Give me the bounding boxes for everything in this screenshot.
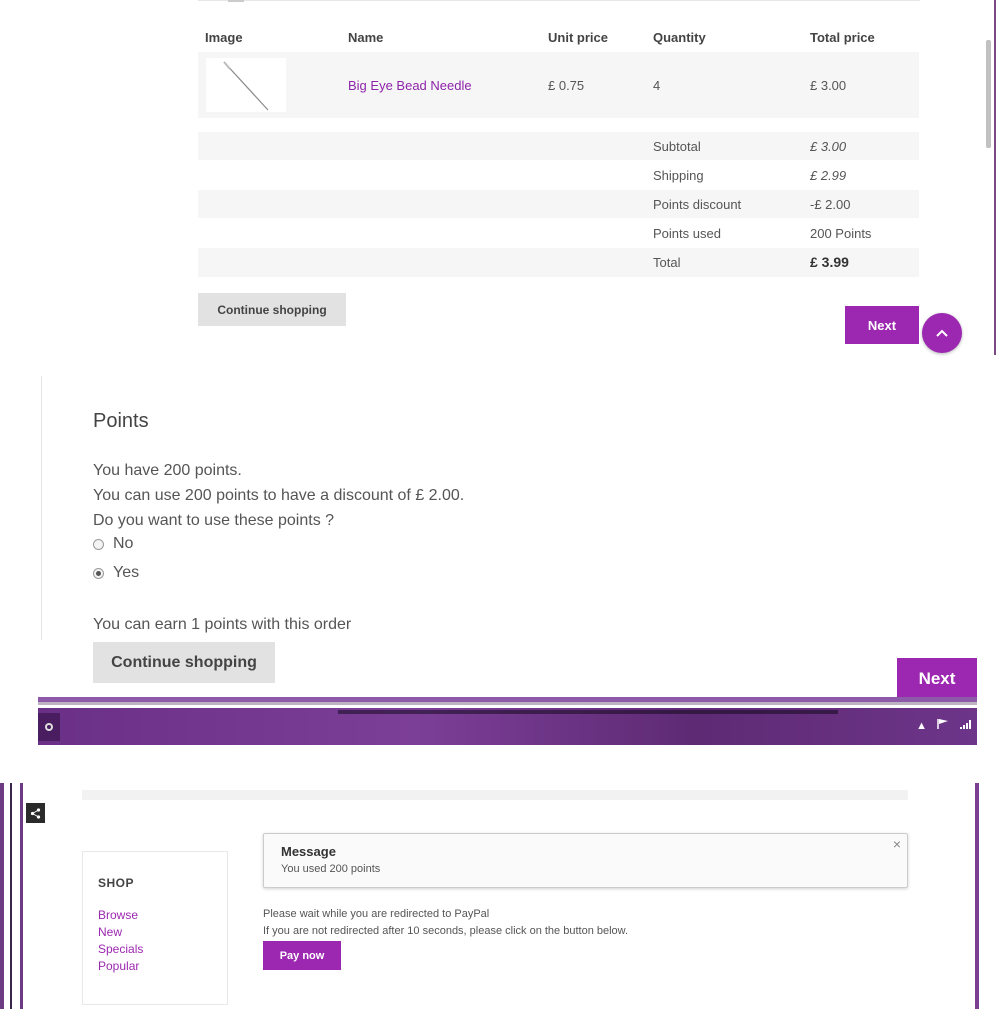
radio-button[interactable]	[93, 538, 104, 550]
chevron-up-icon	[936, 329, 948, 337]
radio-label: No	[113, 535, 134, 552]
product-thumbnail[interactable]	[206, 58, 286, 112]
shop-link-specials[interactable]: Specials	[98, 942, 143, 956]
radio-no[interactable]: No	[93, 535, 133, 553]
points-earn-text: You can earn 1 points with this order	[93, 616, 352, 633]
signal-icon[interactable]	[959, 718, 973, 733]
continue-shopping-button[interactable]: Continue shopping	[198, 293, 346, 326]
shop-link-browse[interactable]: Browse	[98, 908, 138, 922]
shop-sidebar: SHOP Browse New Specials Popular	[82, 851, 228, 1005]
points-used-value: 200 Points	[810, 226, 872, 241]
scrollbar-thumb[interactable]	[986, 40, 991, 148]
points-discount-text: You can use 200 points to have a discoun…	[93, 487, 465, 504]
header-image: Image	[205, 30, 243, 45]
continue-shopping-button[interactable]: Continue shopping	[93, 642, 275, 683]
redirect-hint-text: If you are not redirected after 10 secon…	[263, 925, 629, 937]
app-icon	[45, 723, 53, 731]
shipping-value: £ 2.99	[810, 168, 847, 183]
header-quantity: Quantity	[653, 30, 706, 45]
close-icon[interactable]: ×	[893, 836, 901, 852]
tab-indicator	[228, 0, 244, 2]
scroll-to-top-button[interactable]	[922, 313, 962, 353]
redirect-text: Please wait while you are redirected to …	[263, 908, 490, 920]
points-panel: Points You have 200 points. You can use …	[0, 370, 1000, 748]
window-edge	[994, 0, 996, 355]
radio-yes[interactable]: Yes	[93, 564, 139, 582]
next-button[interactable]: Next	[845, 306, 919, 344]
points-question-text: Do you want to use these points ?	[93, 512, 335, 529]
divider	[198, 0, 920, 1]
message-panel: SHOP Browse New Specials Popular Message…	[0, 783, 1000, 1009]
share-button[interactable]	[26, 803, 45, 823]
product-name-link[interactable]: Big Eye Bead Needle	[348, 78, 472, 93]
points-title: Points	[93, 410, 149, 432]
window-border	[20, 783, 23, 1009]
total-price-value: £ 3.00	[810, 78, 847, 93]
shop-link-new[interactable]: New	[98, 925, 122, 939]
start-button[interactable]	[38, 713, 60, 741]
window-border	[0, 783, 4, 1009]
header-total-price: Total price	[810, 30, 875, 45]
header-unit-price: Unit price	[548, 30, 608, 45]
points-discount-value: -£ 2.00	[810, 197, 851, 212]
flag-icon[interactable]	[936, 718, 950, 733]
needle-image	[223, 61, 269, 111]
points-balance-text: You have 200 points.	[93, 462, 242, 479]
shipping-label: Shipping	[653, 168, 704, 183]
unit-price-value: £ 0.75	[548, 78, 585, 93]
radio-button-selected[interactable]	[93, 567, 104, 579]
tray-expand-icon[interactable]: ▲	[916, 720, 927, 732]
total-label: Total	[653, 255, 681, 270]
system-tray: ▲	[916, 718, 973, 733]
points-discount-label: Points discount	[653, 197, 742, 212]
window-border	[10, 783, 12, 1009]
next-button[interactable]: Next	[897, 658, 977, 700]
message-title: Message	[281, 844, 336, 859]
taskbar: ▲	[38, 708, 977, 745]
taskbar-shade	[338, 710, 838, 714]
total-value: £ 3.99	[810, 254, 849, 270]
radio-label: Yes	[113, 564, 140, 581]
quantity-value: 4	[653, 78, 661, 93]
message-alert: Message You used 200 points ×	[263, 833, 908, 888]
shop-link-popular[interactable]: Popular	[98, 959, 139, 973]
cart-panel: Image Name Unit price Quantity Total pri…	[0, 0, 1000, 360]
window-border	[975, 783, 979, 1009]
header-name: Name	[348, 30, 384, 45]
message-text: You used 200 points	[281, 863, 381, 875]
share-icon	[30, 807, 41, 819]
subtotal-value: £ 3.00	[810, 139, 847, 154]
window-border	[38, 702, 977, 705]
pay-now-button[interactable]: Pay now	[263, 941, 341, 970]
breadcrumb-bar	[82, 790, 908, 800]
subtotal-label: Subtotal	[653, 139, 701, 154]
points-used-label: Points used	[653, 226, 721, 241]
divider	[41, 376, 42, 640]
shop-title: SHOP	[98, 876, 135, 890]
